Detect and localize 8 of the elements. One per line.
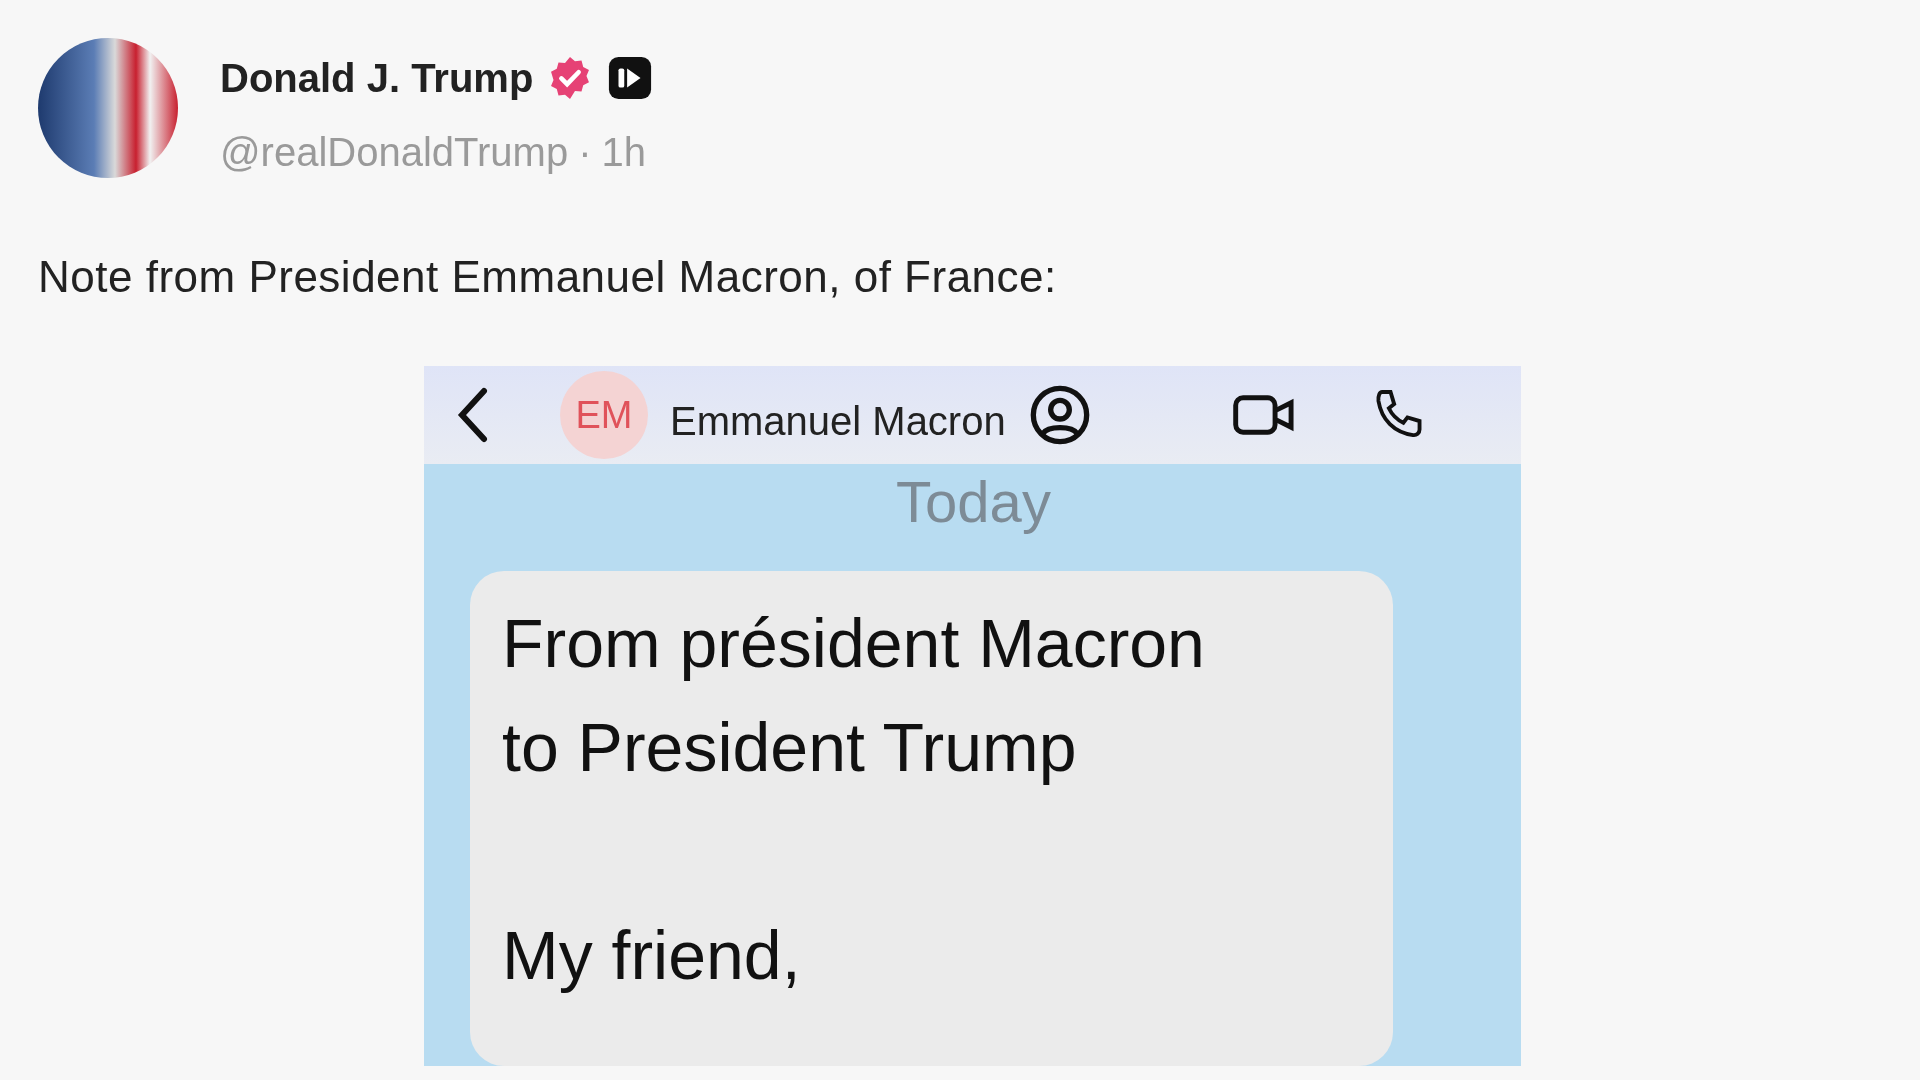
contact-avatar: EM (560, 371, 648, 460)
date-label: Today (896, 468, 1051, 537)
message-bubble: From président Macron to President Trump My friend, (470, 571, 1393, 1066)
post-text: Note from President Emmanuel Macron, of France: (38, 251, 1058, 303)
separator-dot: · (578, 129, 592, 176)
contact-name[interactable]: Emmanuel Macron (670, 379, 1006, 452)
play-badge-icon (607, 55, 654, 101)
author-name[interactable]: Donald J. Trump (220, 48, 534, 108)
